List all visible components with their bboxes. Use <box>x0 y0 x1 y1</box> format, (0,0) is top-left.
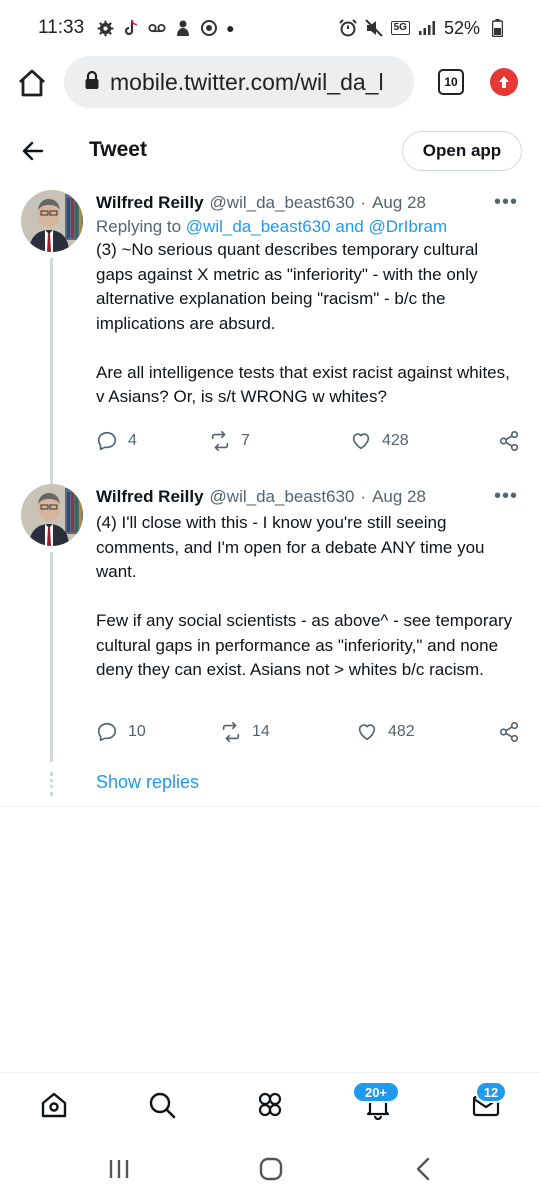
back-button-icon[interactable] <box>410 1156 436 1182</box>
system-navigation-bar <box>0 1138 540 1200</box>
tweet-content: Wilfred Reilly @wil_da_beast630 · Aug 28… <box>96 192 518 410</box>
address-bar[interactable]: mobile.twitter.com/wil_da_l <box>64 56 414 108</box>
app-notification-icon <box>174 19 192 37</box>
reply-button[interactable]: 10 <box>96 721 146 743</box>
communities-icon <box>258 1092 282 1117</box>
tiktok-icon <box>122 19 140 37</box>
tab-switcher-button[interactable]: 10 <box>438 69 464 95</box>
recent-apps-icon[interactable] <box>106 1156 132 1182</box>
heart-icon <box>358 724 376 741</box>
avatar[interactable] <box>21 190 83 252</box>
mention-link[interactable]: @wil_da_beast630 and @DrIbram <box>186 217 447 236</box>
more-options-icon[interactable]: ••• <box>494 486 518 506</box>
settings-gear-icon <box>96 19 114 37</box>
tweet-paragraph: Few if any social scientists - as above^… <box>96 611 513 679</box>
reply-count: 4 <box>128 432 137 449</box>
thread-dotted-line <box>50 772 53 796</box>
more-options-icon[interactable]: ••• <box>494 192 518 212</box>
nav-explore[interactable] <box>146 1089 178 1121</box>
tweet-date[interactable]: Aug 28 <box>372 192 426 214</box>
heart-icon <box>352 433 370 450</box>
like-count: 482 <box>388 723 415 740</box>
author-name[interactable]: Wilfred Reilly <box>96 486 204 508</box>
retweet-button[interactable]: 7 <box>209 430 250 452</box>
reply-count: 10 <box>128 723 146 740</box>
network-type: 5G <box>390 21 410 35</box>
search-icon <box>149 1092 176 1119</box>
tweet-paragraph: Are all intelligence tests that exist ra… <box>96 362 510 407</box>
alarm-icon <box>338 19 357 37</box>
retweet-button[interactable]: 14 <box>220 721 270 743</box>
update-arrow-icon[interactable] <box>490 68 518 96</box>
like-button[interactable]: 482 <box>356 721 415 743</box>
nav-home[interactable] <box>38 1089 70 1121</box>
url-text: mobile.twitter.com/wil_da_l <box>110 68 384 95</box>
retweet-icon <box>211 431 229 451</box>
share-button[interactable] <box>498 721 520 743</box>
show-replies-row: Show replies <box>0 772 540 806</box>
tweet-text: (4) I'll close with this - I know you're… <box>96 511 518 683</box>
tweet-item[interactable]: Wilfred Reilly @wil_da_beast630 · Aug 28… <box>0 186 540 480</box>
replying-to: Replying to @wil_da_beast630 and @DrIbra… <box>96 217 518 237</box>
retweet-icon <box>222 722 240 742</box>
status-bar: 11:33 ● 5G 52% <box>0 0 540 56</box>
replying-prefix: Replying to <box>96 217 182 236</box>
show-replies-link[interactable]: Show replies <box>96 772 199 793</box>
tweet-actions: 10 14 482 <box>96 721 522 751</box>
mute-icon <box>364 19 383 37</box>
meta-separator: · <box>360 193 367 212</box>
tweet-paragraph: (3) ~No serious quant describes temporar… <box>96 240 479 333</box>
like-count: 428 <box>382 432 409 449</box>
share-icon <box>499 431 519 451</box>
reply-icon <box>97 431 117 451</box>
tweet-meta: Wilfred Reilly @wil_da_beast630 · Aug 28 <box>96 486 518 508</box>
thread-line <box>50 258 53 480</box>
share-button[interactable] <box>498 430 520 452</box>
battery-percent: 52% <box>443 17 480 38</box>
bottom-navigation: 20+ 12 <box>0 1072 540 1138</box>
tweet-meta: Wilfred Reilly @wil_da_beast630 · Aug 28 <box>96 192 518 214</box>
reply-button[interactable]: 4 <box>96 430 137 452</box>
messages-badge: 12 <box>475 1081 507 1103</box>
home-button-icon[interactable] <box>258 1156 284 1182</box>
retweet-count: 7 <box>241 432 250 449</box>
avatar[interactable] <box>21 484 83 546</box>
author-handle[interactable]: @wil_da_beast630 <box>210 486 355 508</box>
signal-icon <box>418 19 436 37</box>
like-button[interactable]: 428 <box>350 430 409 452</box>
more-notifications-dot: ● <box>226 20 235 36</box>
divider <box>0 806 540 807</box>
voicemail-icon <box>148 19 166 37</box>
author-name[interactable]: Wilfred Reilly <box>96 192 204 214</box>
tweet-text: (3) ~No serious quant describes temporar… <box>96 238 518 410</box>
page-title: Tweet <box>89 138 147 161</box>
home-icon <box>41 1092 67 1118</box>
nav-communities[interactable] <box>254 1089 286 1121</box>
notifications-badge: 20+ <box>352 1081 400 1103</box>
retweet-count: 14 <box>252 723 270 740</box>
status-time: 11:33 <box>38 17 85 38</box>
back-arrow-icon[interactable] <box>20 138 46 164</box>
browser-toolbar: mobile.twitter.com/wil_da_l 10 <box>0 56 540 108</box>
sync-icon <box>200 19 218 37</box>
open-app-button[interactable]: Open app <box>402 131 522 171</box>
tweet-page-header: Tweet Open app <box>0 128 540 174</box>
meta-separator: · <box>360 487 367 506</box>
tweet-actions: 4 7 428 <box>96 430 522 460</box>
battery-icon <box>488 19 506 37</box>
reply-icon <box>97 722 117 742</box>
tweet-paragraph: (4) I'll close with this - I know you're… <box>96 513 485 581</box>
tweet-item[interactable]: Wilfred Reilly @wil_da_beast630 · Aug 28… <box>0 480 540 770</box>
thread-line <box>50 552 53 762</box>
browser-home-icon[interactable] <box>16 68 48 98</box>
tweet-content: Wilfred Reilly @wil_da_beast630 · Aug 28… <box>96 486 518 683</box>
lock-icon <box>84 70 100 95</box>
author-handle[interactable]: @wil_da_beast630 <box>210 192 355 214</box>
share-icon <box>499 722 519 742</box>
tweet-date[interactable]: Aug 28 <box>372 486 426 508</box>
